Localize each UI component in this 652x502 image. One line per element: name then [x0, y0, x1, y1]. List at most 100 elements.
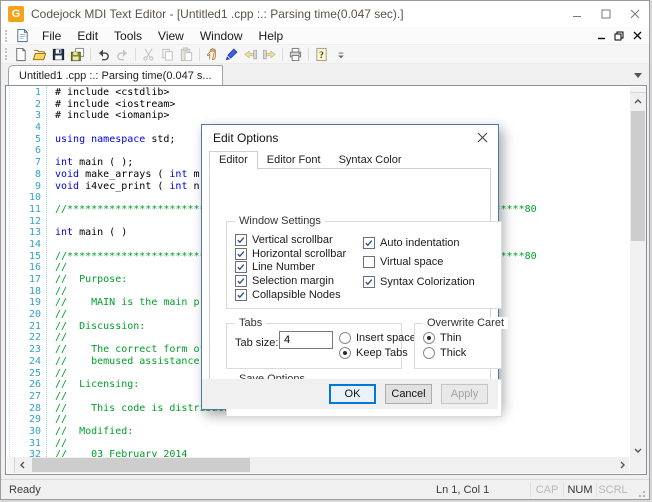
checkbox-line-number[interactable]: Line Number	[235, 261, 346, 275]
checked-checkbox-icon[interactable]	[235, 234, 247, 246]
mdi-minimize-button[interactable]	[595, 30, 607, 42]
window-settings-group: Window Settings Vertical scrollbarHorizo…	[226, 221, 502, 309]
dialog-title-bar[interactable]: Edit Options	[202, 125, 498, 150]
unselected-radio-icon[interactable]	[339, 332, 351, 344]
checked-checkbox-icon[interactable]	[363, 276, 375, 288]
toolbar-grip[interactable]	[5, 48, 8, 60]
nav-back-button[interactable]	[241, 45, 260, 63]
scroll-split-handle[interactable]	[630, 87, 646, 93]
checked-checkbox-icon[interactable]	[235, 261, 247, 273]
save-all-button[interactable]	[68, 45, 87, 63]
checkbox-label: Syntax Colorization	[380, 276, 475, 288]
menu-window[interactable]: Window	[192, 28, 251, 44]
line-number: 23	[7, 344, 41, 356]
resize-grip[interactable]	[633, 485, 647, 499]
menu-help[interactable]: Help	[251, 28, 292, 44]
redo-button[interactable]	[113, 45, 132, 63]
paste-button[interactable]	[177, 45, 196, 63]
pan-hand-button[interactable]	[203, 45, 222, 63]
code-line: 1# include <cstdlib>	[7, 87, 629, 99]
menu-edit[interactable]: Edit	[69, 28, 106, 44]
print-button[interactable]	[286, 45, 305, 63]
undo-button[interactable]	[94, 45, 113, 63]
radio-insert-spaces[interactable]: Insert spaces	[339, 330, 421, 346]
ink-pen-button[interactable]	[222, 45, 241, 63]
unselected-radio-icon[interactable]	[423, 347, 435, 359]
radio-thick[interactable]: Thick	[423, 346, 466, 362]
tab-list-dropdown-icon[interactable]	[634, 73, 642, 78]
dialog-tab-syntax-color[interactable]: Syntax Color	[330, 152, 411, 169]
checkbox-label: Collapsible Nodes	[252, 289, 341, 301]
nav-forward-button[interactable]	[260, 45, 279, 63]
line-number: 8	[7, 169, 41, 181]
mdi-close-button[interactable]	[631, 30, 643, 42]
selected-radio-icon[interactable]	[423, 332, 435, 344]
tabs-group: Tabs Tab size: Insert spacesKeep Tabs	[226, 323, 402, 369]
selected-radio-icon[interactable]	[339, 347, 351, 359]
unchecked-checkbox-icon[interactable]	[363, 256, 375, 268]
toolbar-separator	[282, 48, 283, 61]
dialog-tab-editor-font[interactable]: Editor Font	[258, 152, 330, 169]
copy-button[interactable]	[158, 45, 177, 63]
dialog-tab-editor[interactable]: Editor	[209, 151, 258, 170]
scroll-up-arrow[interactable]	[630, 94, 646, 108]
radio-label: Thin	[440, 332, 461, 344]
minimize-button[interactable]	[562, 1, 591, 27]
editor-tab-page: Window Settings Vertical scrollbarHorizo…	[209, 168, 491, 381]
horizontal-scrollbar-thumb[interactable]	[32, 458, 250, 472]
dialog-tab-strip: EditorEditor FontSyntax Color	[209, 151, 411, 169]
maximize-button[interactable]	[591, 1, 620, 27]
checkbox-syntax-colorization[interactable]: Syntax Colorization	[363, 272, 475, 292]
close-button[interactable]	[620, 1, 649, 27]
line-number: 7	[7, 157, 41, 169]
checked-checkbox-icon[interactable]	[235, 275, 247, 287]
checked-checkbox-icon[interactable]	[235, 248, 247, 260]
line-number: 31	[7, 438, 41, 450]
scroll-down-arrow[interactable]	[630, 443, 646, 457]
tab-size-input[interactable]	[279, 331, 333, 349]
checkbox-auto-indentation[interactable]: Auto indentation	[363, 233, 475, 253]
menubar-grip[interactable]	[5, 30, 8, 42]
code-line: 3# include <iomanip>	[7, 110, 629, 122]
menu-tools[interactable]: Tools	[106, 28, 150, 44]
line-number: 21	[7, 321, 41, 333]
checkbox-label: Vertical scrollbar	[252, 234, 333, 246]
dialog-close-icon[interactable]	[466, 125, 498, 150]
cancel-button[interactable]: Cancel	[385, 384, 432, 404]
line-number: 24	[7, 356, 41, 368]
toolbar-options-button[interactable]	[331, 45, 350, 63]
menu-file[interactable]: File	[34, 28, 69, 44]
ok-button[interactable]: OK	[329, 384, 376, 404]
checkbox-vertical-scrollbar[interactable]: Vertical scrollbar	[235, 233, 346, 247]
scroll-left-arrow[interactable]	[15, 457, 29, 473]
checkbox-selection-margin[interactable]: Selection margin	[235, 274, 346, 288]
line-number: 15	[7, 251, 41, 263]
hscroll-split-handle[interactable]	[7, 457, 15, 473]
checkbox-collapsible-nodes[interactable]: Collapsible Nodes	[235, 288, 346, 302]
radio-keep-tabs[interactable]: Keep Tabs	[339, 346, 421, 362]
vertical-scrollbar[interactable]	[630, 87, 646, 457]
new-file-button[interactable]	[11, 45, 30, 63]
document-tab[interactable]: Untitled1 .cpp :.: Parsing time(0.047 s.…	[8, 65, 223, 85]
checkbox-label: Line Number	[252, 261, 315, 273]
line-number: 12	[7, 216, 41, 228]
help-button[interactable]: ?	[312, 45, 331, 63]
horizontal-scrollbar[interactable]	[7, 457, 629, 473]
save-file-button[interactable]	[49, 45, 68, 63]
document-icon[interactable]	[15, 28, 30, 43]
checkbox-virtual-space[interactable]: Virtual space	[363, 253, 475, 273]
checkbox-label: Horizontal scrollbar	[252, 248, 346, 260]
line-number: 13	[7, 227, 41, 239]
radio-thin[interactable]: Thin	[423, 330, 466, 346]
checked-checkbox-icon[interactable]	[363, 237, 375, 249]
cut-button[interactable]	[139, 45, 158, 63]
checked-checkbox-icon[interactable]	[235, 289, 247, 301]
vertical-scrollbar-thumb[interactable]	[631, 111, 645, 241]
open-file-button[interactable]	[30, 45, 49, 63]
mdi-restore-button[interactable]	[613, 30, 625, 42]
menu-view[interactable]: View	[150, 28, 192, 44]
apply-button[interactable]: Apply	[441, 384, 488, 404]
scroll-right-arrow[interactable]	[615, 457, 629, 473]
line-number: 3	[7, 110, 41, 122]
checkbox-horizontal-scrollbar[interactable]: Horizontal scrollbar	[235, 247, 346, 261]
